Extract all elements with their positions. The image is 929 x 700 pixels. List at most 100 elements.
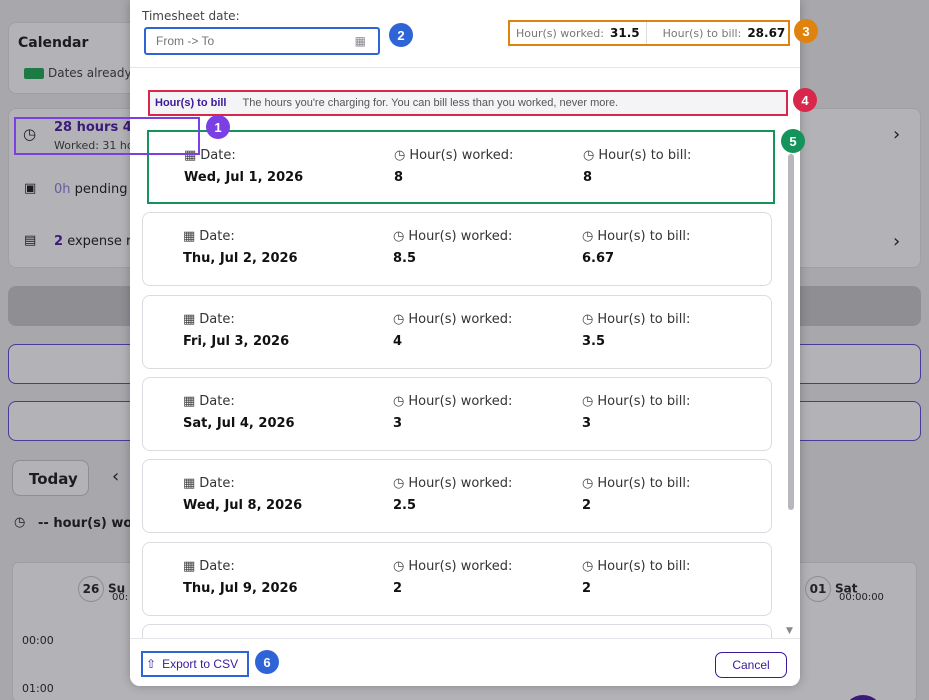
worked-total: Hour(s) worked: 31.5 <box>510 22 646 44</box>
clock-icon: ◷ <box>583 148 595 163</box>
calendar-icon: ▦ <box>183 559 196 574</box>
date-value: Wed, Jul 1, 2026 <box>184 170 304 185</box>
timesheet-entry[interactable]: ▦ Date: Fri, Jul 3, 2026 ◷ Hour(s) worked: 4… <box>142 295 772 369</box>
bill-value: 2 <box>582 581 592 596</box>
timesheet-entry[interactable]: ▦ Date: Sat, Jul 4, 2026 ◷ Hour(s) worked: 3… <box>142 377 772 451</box>
timesheet-date-label: Timesheet date: <box>142 9 240 23</box>
bill-label: Hour(s) to bill: <box>597 229 691 244</box>
bill-value: 6.67 <box>582 251 615 266</box>
entry-bill: ◷ Hour(s) to bill: 3 <box>582 394 690 431</box>
calendar-icon[interactable]: ▦ <box>355 34 366 48</box>
worked-total-value: 31.5 <box>610 26 640 40</box>
cancel-button[interactable]: Cancel <box>715 652 787 678</box>
pending-icon: ▣ <box>24 181 37 196</box>
clock-icon: ◷ <box>582 559 594 574</box>
worked-value: 2 <box>393 581 403 596</box>
entry-bill: ◷ Hour(s) to bill: 2 <box>582 559 690 596</box>
hours-line: 28 hours 40 <box>54 120 141 135</box>
entry-bill: ◷ Hour(s) to bill: 3.5 <box>582 312 690 349</box>
prev-arrow[interactable]: ‹ <box>112 466 119 487</box>
bill-label: Hour(s) to bill: <box>597 559 691 574</box>
clock-icon: ◷ <box>393 229 405 244</box>
bill-label: Hour(s) to bill: <box>597 476 691 491</box>
timesheet-entry[interactable]: ▦ Date: Thu, Jul 2, 2026 ◷ Hour(s) worked: 8… <box>142 212 772 286</box>
date-value: Sat, Jul 4, 2026 <box>183 416 295 431</box>
clock-icon: ◷ <box>393 312 405 327</box>
clock-icon: ◷ <box>582 229 594 244</box>
modal-footer: ⇧ Export to CSV Cancel <box>130 638 800 686</box>
date-range-input[interactable] <box>156 34 346 48</box>
calendar-icon: ▦ <box>183 312 196 327</box>
worked-line: Worked: 31 ho <box>54 139 134 152</box>
summary-card-right <box>790 108 921 268</box>
date-label: Date: <box>199 229 235 244</box>
date-label: Date: <box>200 148 236 163</box>
worked-label: Hour(s) worked: <box>408 559 513 574</box>
bill-value: 2 <box>582 498 592 513</box>
pending-count: 0h <box>54 182 71 197</box>
worked-label: Hour(s) worked: <box>408 312 513 327</box>
date-label: Date: <box>199 312 235 327</box>
worked-label: Hour(s) worked: <box>408 229 513 244</box>
entry-worked: ◷ Hour(s) worked: 8.5 <box>393 229 512 266</box>
calendar-card <box>8 22 138 94</box>
entry-date: ▦ Date: Fri, Jul 3, 2026 <box>183 312 289 349</box>
calendar-icon: ▦ <box>183 394 196 409</box>
clock-icon: ◷ <box>14 515 26 530</box>
info-description: The hours you're charging for. You can b… <box>242 97 619 109</box>
info-title: Hour(s) to bill <box>155 97 227 109</box>
export-csv-button[interactable]: ⇧ Export to CSV <box>141 651 249 677</box>
bill-total-value: 28.67 <box>747 26 786 40</box>
bill-value: 8 <box>583 170 593 185</box>
clock-icon: ◷ <box>393 559 405 574</box>
bill-value: 3 <box>582 416 592 431</box>
worked-value: 8.5 <box>393 251 417 266</box>
bill-label: Hour(s) to bill: <box>597 312 691 327</box>
annotation-badge-1: 1 <box>206 115 230 139</box>
annotation-badge-3: 3 <box>794 19 818 43</box>
date-range-field[interactable]: ▦ <box>144 27 380 55</box>
annotation-badge-6: 6 <box>255 650 279 674</box>
entry-bill: ◷ Hour(s) to bill: 8 <box>583 148 691 185</box>
clock-icon: ◷ <box>393 394 405 409</box>
timesheet-entry[interactable]: ▦ Date: Wed, Jul 8, 2026 ◷ Hour(s) worked: 2… <box>142 459 772 533</box>
export-csv-label: Export to CSV <box>162 657 239 671</box>
today-button-label: Today <box>29 470 78 488</box>
chevron-right-icon[interactable]: › <box>893 124 900 145</box>
entry-date: ▦ Date: Wed, Jul 8, 2026 <box>183 476 302 513</box>
worked-value: 2.5 <box>393 498 417 513</box>
time-slot-label: 01:00 <box>22 682 54 695</box>
calendar-icon: ▦ <box>184 148 197 163</box>
timesheet-entry-list[interactable]: ▦ Date: Wed, Jul 1, 2026 ◷ Hour(s) worked: 8… <box>142 130 775 638</box>
entry-worked: ◷ Hour(s) worked: 3 <box>393 394 512 431</box>
clock-icon: ◷ <box>23 125 37 143</box>
list-scrollbar[interactable]: ▼ <box>786 130 796 638</box>
day-time-sun: 00: <box>112 592 129 603</box>
worked-label: Hour(s) worked: <box>408 394 513 409</box>
worked-label: Hour(s) worked: <box>408 476 513 491</box>
entry-worked: ◷ Hour(s) worked: 2 <box>393 559 512 596</box>
document-icon: ▤ <box>24 233 37 248</box>
entry-worked: ◷ Hour(s) worked: 2.5 <box>393 476 512 513</box>
entry-bill: ◷ Hour(s) to bill: 2 <box>582 476 690 513</box>
entry-date: ▦ Date: Thu, Jul 9, 2026 <box>183 559 298 596</box>
date-label: Date: <box>199 476 235 491</box>
chevron-right-icon[interactable]: › <box>893 231 900 252</box>
expense-text: expense re <box>67 234 140 249</box>
worked-value: 3 <box>393 416 403 431</box>
hours-summary: -- hour(s) wor <box>38 516 139 531</box>
time-slot-label: 00:00 <box>22 634 54 647</box>
timesheet-entry-partial[interactable] <box>142 624 772 638</box>
hours-totals: Hour(s) worked: 31.5 Hour(s) to bill: 28.6… <box>508 20 790 46</box>
calendar-icon: ▦ <box>183 476 196 491</box>
scrollbar-thumb[interactable] <box>788 154 794 510</box>
date-label: Date: <box>199 394 235 409</box>
scroll-down-arrow-icon[interactable]: ▼ <box>786 626 793 636</box>
calendar-legend: Dates already <box>24 66 132 80</box>
pending-line: 0h pending <box>54 182 128 197</box>
timesheet-entry[interactable]: ▦ Date: Wed, Jul 1, 2026 ◷ Hour(s) worked: 8… <box>147 130 775 204</box>
upload-icon: ⇧ <box>146 657 157 671</box>
modal-header: Timesheet date: ▦ Hour(s) worked: 31.5 Ho… <box>130 0 800 68</box>
timesheet-entry[interactable]: ▦ Date: Thu, Jul 9, 2026 ◷ Hour(s) worked: 2… <box>142 542 772 616</box>
worked-label: Hour(s) worked: <box>409 148 514 163</box>
